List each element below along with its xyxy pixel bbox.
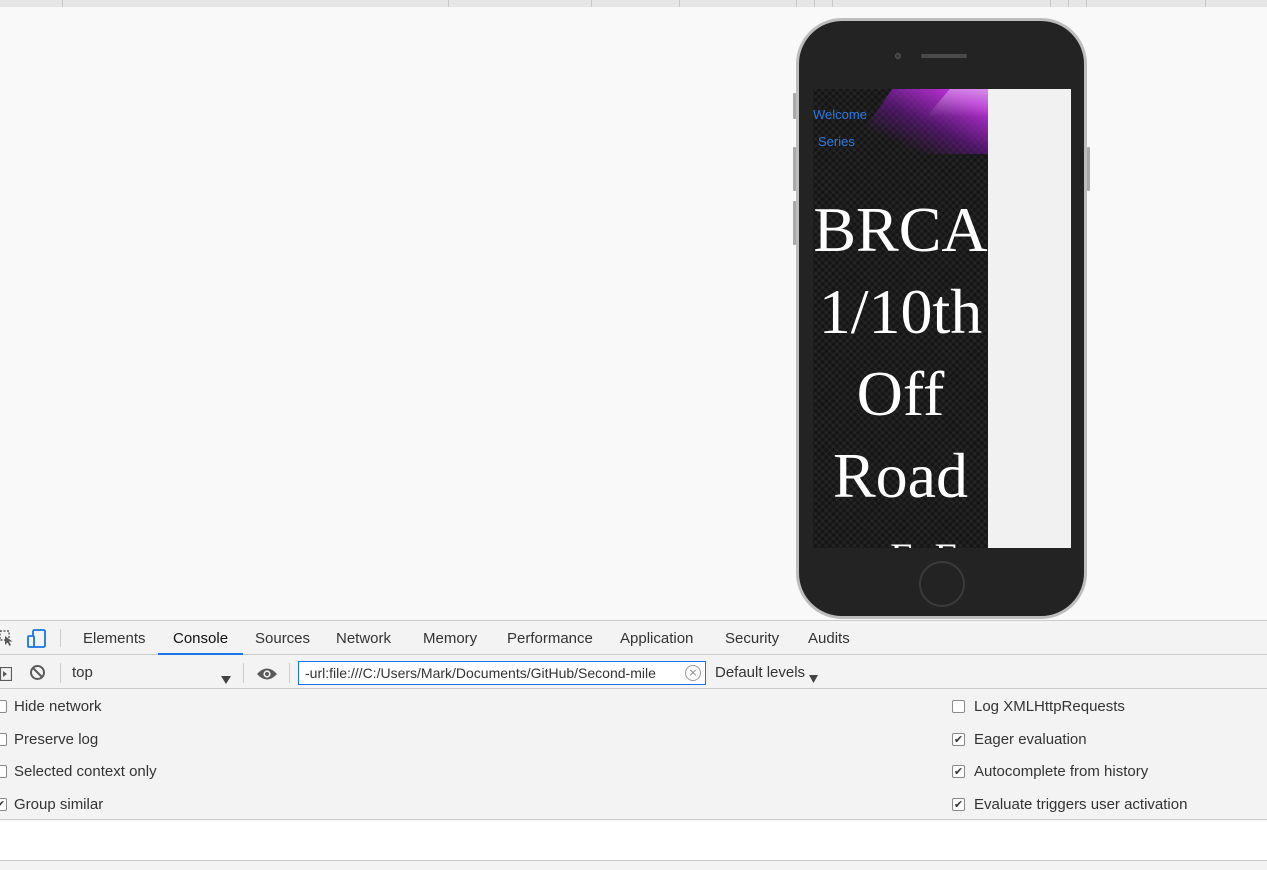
option-label: Evaluate triggers user activation <box>974 796 1188 813</box>
clear-console-icon[interactable] <box>29 664 46 681</box>
phone-speaker <box>921 54 967 58</box>
ruler-tick <box>679 0 680 7</box>
hero-line: Road <box>832 440 969 511</box>
ruler-tick <box>1068 0 1069 7</box>
tab-application[interactable]: Application <box>620 621 693 655</box>
media-query-ruler <box>0 0 1267 7</box>
option-label: Group similar <box>14 796 104 813</box>
option-label: Autocomplete from history <box>974 763 1149 780</box>
toolbar-divider <box>60 663 61 683</box>
log-levels-dropdown[interactable]: Default levels <box>715 656 805 689</box>
chevron-down-icon[interactable] <box>809 668 818 683</box>
checkbox-evaluate-triggers-user-activation[interactable]: ✔ <box>952 798 965 811</box>
ruler-tick <box>796 0 797 7</box>
tab-console[interactable]: Console <box>158 621 244 655</box>
option-label: Selected context only <box>14 763 157 780</box>
tab-security[interactable]: Security <box>725 621 779 655</box>
console-toolbar: top -url:file:///C:/Users/Mark/Documents… <box>0 656 1267 689</box>
live-expression-icon[interactable] <box>256 666 278 680</box>
tab-network[interactable]: Network <box>336 621 391 655</box>
console-prompt-area[interactable] <box>0 821 1267 861</box>
ruler-tick <box>1205 0 1206 7</box>
hero-title: BRCA 1/10th Off Road EoE <box>813 189 988 548</box>
ruler-tick <box>448 0 449 7</box>
phone-frame: Welcome Series BRCA 1/10th Off Road EoE <box>793 18 1090 619</box>
checkbox-eager-evaluation[interactable]: ✔ <box>952 733 965 746</box>
nav-link-welcome[interactable]: Welcome <box>813 107 867 122</box>
phone-side-button <box>793 93 796 119</box>
ruler-tick <box>832 0 833 7</box>
checkbox-group-similar[interactable]: ✔ <box>0 798 7 811</box>
phone-screen[interactable]: Welcome Series BRCA 1/10th Off Road EoE <box>813 89 1071 548</box>
console-settings-pane: Hide network Preserve log Selected conte… <box>0 690 1267 820</box>
tab-sources[interactable]: Sources <box>255 621 310 655</box>
option-label: Log XMLHttpRequests <box>974 698 1125 715</box>
hero-line: BRCA <box>813 194 988 265</box>
tab-memory[interactable]: Memory <box>423 621 477 655</box>
ruler-tick <box>1050 0 1051 7</box>
toolbar-divider <box>60 629 61 647</box>
console-filter-input[interactable]: -url:file:///C:/Users/Mark/Documents/Git… <box>298 661 706 685</box>
ruler-tick <box>814 0 815 7</box>
phone-side-button <box>793 147 796 191</box>
checkbox-log-xmlhttprequests[interactable] <box>952 700 965 713</box>
tab-audits[interactable]: Audits <box>808 621 850 655</box>
checkbox-selected-context-only[interactable] <box>0 765 7 778</box>
phone-home-button <box>919 561 965 607</box>
devtools-panel: Elements Console Sources Network Memory … <box>0 620 1267 870</box>
site-page: Welcome Series BRCA 1/10th Off Road EoE <box>813 89 988 548</box>
toolbar-divider <box>289 663 290 683</box>
devtools-tabbar: Elements Console Sources Network Memory … <box>0 621 1267 655</box>
device-emulation-viewport: Welcome Series BRCA 1/10th Off Road EoE <box>0 7 1267 620</box>
phone-camera <box>895 53 901 59</box>
context-selector-value[interactable]: top <box>72 656 93 689</box>
nav-link-series[interactable]: Series <box>818 134 855 149</box>
tab-performance[interactable]: Performance <box>507 621 593 655</box>
console-sidebar-icon[interactable] <box>0 666 13 682</box>
phone-side-button <box>1087 147 1090 191</box>
device-toolbar-icon[interactable] <box>27 629 47 649</box>
hero-line: Off <box>856 358 945 429</box>
ruler-tick <box>591 0 592 7</box>
checkbox-preserve-log[interactable] <box>0 733 7 746</box>
phone-side-button <box>793 201 796 245</box>
tab-elements[interactable]: Elements <box>83 621 146 655</box>
inspect-element-icon[interactable] <box>0 630 14 646</box>
checkbox-hide-network[interactable] <box>0 700 7 713</box>
ruler-tick <box>62 0 63 7</box>
hero-line: EoE <box>813 517 988 548</box>
option-label: Eager evaluation <box>974 731 1087 748</box>
checkbox-autocomplete-from-history[interactable]: ✔ <box>952 765 965 778</box>
option-label: Hide network <box>14 698 102 715</box>
hero-line: 1/10th <box>818 276 983 347</box>
toolbar-divider <box>243 663 244 683</box>
ruler-tick <box>1086 0 1087 7</box>
clear-filter-icon[interactable]: × <box>685 665 701 681</box>
option-label: Preserve log <box>14 731 99 748</box>
chevron-down-icon[interactable] <box>221 669 231 684</box>
